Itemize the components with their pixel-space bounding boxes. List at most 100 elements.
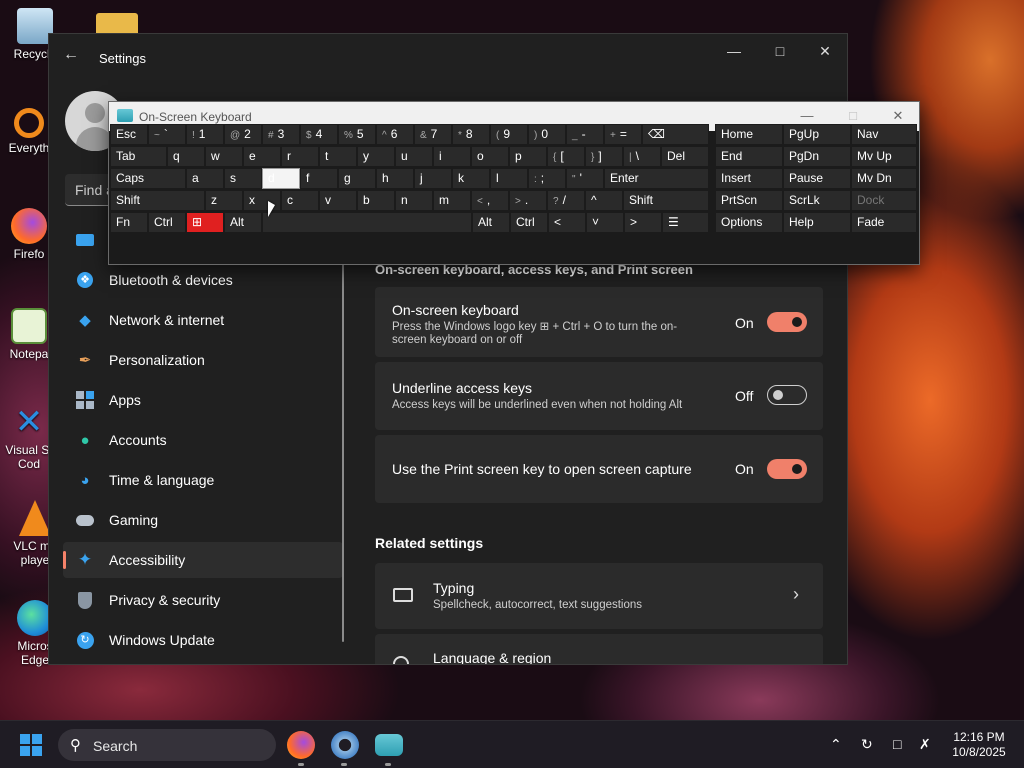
osk-key[interactable]: ^ — [585, 190, 623, 211]
osk-key[interactable]: u — [395, 146, 433, 167]
osk-key[interactable]: w — [205, 146, 243, 167]
osk-key[interactable]: l — [490, 168, 528, 189]
osk-key[interactable]: f — [300, 168, 338, 189]
osk-key[interactable]: #3 — [262, 124, 300, 145]
chevron-up-icon[interactable]: ⌃ — [830, 736, 842, 753]
osk-key[interactable]: Fn — [110, 212, 148, 233]
osk-nav-key[interactable]: Insert — [715, 168, 783, 189]
osk-key[interactable]: ^ 6 — [376, 124, 414, 145]
taskbar-firefox-icon[interactable] — [287, 731, 315, 759]
osk-key[interactable]: }] — [585, 146, 623, 167]
osk-nav-key[interactable]: Fade — [851, 212, 917, 233]
sidebar-item-apps[interactable]: Apps — [63, 382, 343, 418]
osk-key[interactable]: >. — [509, 190, 547, 211]
osk-key[interactable]: $4 — [300, 124, 338, 145]
osk-key[interactable]: m — [433, 190, 471, 211]
sidebar-item-time-language[interactable]: ◕ Time & language — [63, 462, 343, 498]
osk-key[interactable]: a — [186, 168, 224, 189]
osk-key[interactable]: n — [395, 190, 433, 211]
sidebar-item-bluetooth[interactable]: ❖ Bluetooth & devices — [63, 262, 343, 298]
osk-minimize-icon[interactable]: — — [795, 107, 819, 125]
osk-key[interactable]: d — [262, 168, 300, 189]
osk-key[interactable]: q — [167, 146, 205, 167]
sidebar-item-network[interactable]: ◆ Network & internet — [63, 302, 343, 338]
osk-nav-key[interactable]: Help — [783, 212, 851, 233]
related-item-typing[interactable]: Typing Spellcheck, autocorrect, text sug… — [375, 563, 823, 629]
osk-key[interactable]: > — [624, 212, 662, 233]
osk-key[interactable]: ~ ` — [148, 124, 186, 145]
sidebar-item-privacy[interactable]: Privacy & security — [63, 582, 343, 618]
osk-nav-key[interactable]: PrtScn — [715, 190, 783, 211]
osk-key[interactable]: + = — [604, 124, 642, 145]
osk-key[interactable]: Caps — [110, 168, 186, 189]
folder-icon[interactable] — [96, 13, 138, 35]
display-icon[interactable]: □ — [893, 736, 901, 752]
osk-key[interactable]: ☰ — [662, 212, 709, 233]
osk-nav-key[interactable]: Home — [715, 124, 783, 145]
osk-nav-key[interactable]: Pause — [783, 168, 851, 189]
sidebar-item-accounts[interactable]: ● Accounts — [63, 422, 343, 458]
osk-nav-key[interactable]: ScrLk — [783, 190, 851, 211]
osk-close-icon[interactable]: ✕ — [886, 107, 910, 125]
sync-icon[interactable]: ↻ — [861, 736, 873, 753]
close-icon[interactable]: ✕ — [810, 42, 840, 60]
osk-key[interactable]: p — [509, 146, 547, 167]
osk-nav-key[interactable]: Options — [715, 212, 783, 233]
osk-key[interactable]: _ - — [566, 124, 604, 145]
osk-key[interactable]: ˅ — [586, 212, 624, 233]
osk-key[interactable]: Ctrl — [148, 212, 186, 233]
osk-key[interactable]: {[ — [547, 146, 585, 167]
osk-key[interactable]: Enter — [604, 168, 709, 189]
maximize-icon[interactable]: □ — [765, 42, 795, 60]
osk-nav-key[interactable]: PgDn — [783, 146, 851, 167]
osk-key[interactable]: Del — [661, 146, 709, 167]
osk-key[interactable]: :; — [528, 168, 566, 189]
osk-key[interactable]: s — [224, 168, 262, 189]
osk-key[interactable]: <, — [471, 190, 509, 211]
osk-key[interactable]: ? / — [547, 190, 585, 211]
osk-key[interactable]: | \ — [623, 146, 661, 167]
osk-key[interactable]: o — [471, 146, 509, 167]
osk-key[interactable]: g — [338, 168, 376, 189]
sidebar-item-gaming[interactable]: Gaming — [63, 502, 343, 538]
on-screen-keyboard-toggle[interactable] — [767, 312, 807, 332]
taskbar-settings-icon[interactable] — [331, 731, 359, 759]
taskbar-search[interactable]: ⚲ Search — [58, 729, 276, 761]
osk-key[interactable]: j — [414, 168, 452, 189]
osk-key[interactable] — [262, 212, 472, 233]
osk-nav-key[interactable]: Dock — [851, 190, 917, 211]
osk-maximize-icon[interactable]: □ — [841, 107, 865, 125]
taskbar-clock[interactable]: 12:16 PM 10/8/2025 — [946, 730, 1012, 760]
osk-key[interactable]: & 7 — [414, 124, 452, 145]
osk-nav-key[interactable]: Nav — [851, 124, 917, 145]
osk-key[interactable]: ⌫ — [642, 124, 709, 145]
osk-key[interactable]: (9 — [490, 124, 528, 145]
start-button[interactable] — [20, 734, 42, 756]
osk-key[interactable]: c — [281, 190, 319, 211]
speaker-muted-icon[interactable]: ✗ — [919, 736, 931, 753]
osk-key[interactable]: b — [357, 190, 395, 211]
osk-nav-key[interactable]: Mv Dn — [851, 168, 917, 189]
osk-key[interactable]: ! 1 — [186, 124, 224, 145]
osk-key[interactable]: Shift — [110, 190, 205, 211]
osk-key[interactable]: < — [548, 212, 586, 233]
osk-nav-key[interactable]: Mv Up — [851, 146, 917, 167]
osk-nav-key[interactable]: End — [715, 146, 783, 167]
osk-key[interactable]: Ctrl — [510, 212, 548, 233]
osk-key[interactable]: % 5 — [338, 124, 376, 145]
osk-key[interactable]: " ' — [566, 168, 604, 189]
taskbar-osk-icon[interactable] — [375, 734, 403, 756]
osk-nav-key[interactable]: PgUp — [783, 124, 851, 145]
sidebar-item-personalization[interactable]: ✒ Personalization — [63, 342, 343, 378]
osk-key[interactable]: h — [376, 168, 414, 189]
osk-key[interactable]: Shift — [623, 190, 709, 211]
osk-key[interactable]: y — [357, 146, 395, 167]
osk-key[interactable]: @2 — [224, 124, 262, 145]
related-item-language-region[interactable]: Language & region — [375, 634, 823, 664]
osk-key[interactable]: e — [243, 146, 281, 167]
print-screen-toggle[interactable] — [767, 459, 807, 479]
sidebar-scrollbar[interactable] — [342, 254, 344, 642]
osk-key[interactable]: i — [433, 146, 471, 167]
sidebar-item-accessibility[interactable]: ✦ Accessibility — [63, 542, 343, 578]
sidebar-item-windows-update[interactable]: ↻ Windows Update — [63, 622, 343, 658]
